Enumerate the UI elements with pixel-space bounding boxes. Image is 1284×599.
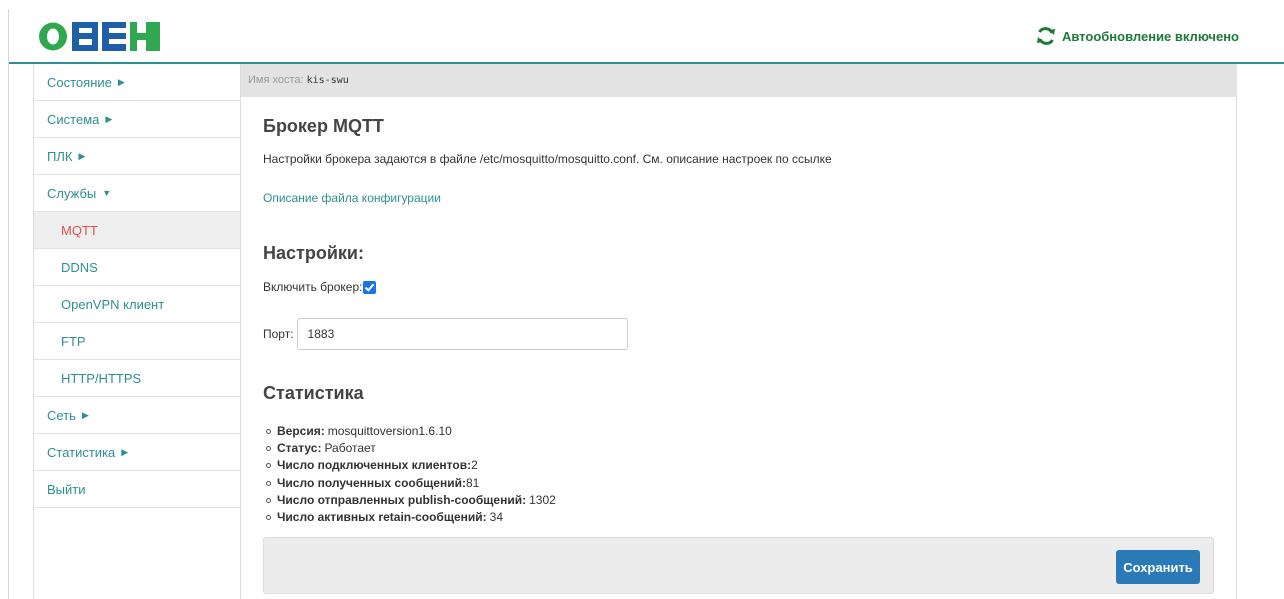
sidebar: Состояние ▶ Система ▶ ПЛК ▶ Службы ▼ MQT… bbox=[33, 64, 241, 599]
sidebar-item-label: DDNS bbox=[61, 259, 98, 275]
top-border bbox=[0, 0, 1284, 9]
port-input[interactable] bbox=[296, 318, 628, 350]
sidebar-item-logout[interactable]: Выйти bbox=[34, 471, 240, 508]
left-border bbox=[8, 9, 9, 599]
sidebar-item-plc[interactable]: ПЛК ▶ bbox=[34, 138, 240, 175]
sidebar-item-label: ПЛК bbox=[47, 148, 73, 164]
port-label: Порт: bbox=[263, 327, 294, 341]
hostname-bar: Имя хоста: kis-swu bbox=[241, 64, 1237, 97]
sidebar-subitem-ftp[interactable]: FTP bbox=[34, 323, 240, 360]
checkmark-icon bbox=[365, 283, 375, 292]
sidebar-subitem-openvpn[interactable]: OpenVPN клиент bbox=[34, 286, 240, 323]
sidebar-subitem-ddns[interactable]: DDNS bbox=[34, 249, 240, 286]
sidebar-item-label: OpenVPN клиент bbox=[61, 296, 165, 312]
stat-value: 34 bbox=[489, 509, 504, 524]
stat-label: Число полученных сообщений: bbox=[277, 475, 466, 490]
stat-value: mosquittoversion1.6.10 bbox=[327, 424, 452, 438]
list-item: Версия: mosquittoversion1.6.10 bbox=[263, 423, 556, 440]
caret-down-icon: ▼ bbox=[102, 188, 112, 198]
enable-broker-checkbox[interactable] bbox=[363, 280, 377, 294]
sidebar-subitem-https[interactable]: HTTP/HTTPS bbox=[34, 360, 240, 397]
stat-label: Число активных retain-сообщений: bbox=[277, 509, 487, 524]
refresh-icon bbox=[1036, 27, 1055, 45]
port-row: Порт: bbox=[263, 318, 628, 350]
stats-heading: Статистика bbox=[263, 383, 364, 403]
list-item: Число подключенных клиентов: 2 bbox=[263, 457, 556, 474]
list-item: Число отправленных publish-сообщений: 130… bbox=[263, 492, 556, 509]
bullet-icon bbox=[266, 429, 271, 435]
sidebar-item-label: FTP bbox=[61, 333, 86, 349]
stat-value: 81 bbox=[465, 475, 480, 490]
sidebar-item-system[interactable]: Система ▶ bbox=[34, 101, 240, 138]
caret-right-icon: ▶ bbox=[117, 76, 125, 87]
hostname-label: Имя хоста: bbox=[248, 74, 304, 86]
sidebar-item-statistics[interactable]: Статистика ▶ bbox=[34, 434, 240, 471]
page-title: Брокер MQTT bbox=[263, 116, 384, 136]
stat-value: Работает bbox=[324, 441, 376, 456]
list-item: Число активных retain-сообщений: 34 bbox=[263, 509, 556, 526]
form-footer: Сохранить bbox=[263, 537, 1214, 594]
save-button[interactable]: Сохранить bbox=[1116, 550, 1200, 584]
stat-label: Число подключенных клиентов: bbox=[277, 458, 472, 473]
caret-right-icon: ▶ bbox=[105, 113, 113, 124]
enable-broker-label: Включить брокер: bbox=[263, 280, 363, 294]
sidebar-item-label: HTTP/HTTPS bbox=[61, 370, 142, 386]
sidebar-item-label: Состояние bbox=[47, 74, 112, 90]
sidebar-item-label: Выйти bbox=[47, 481, 86, 497]
caret-right-icon: ▶ bbox=[78, 150, 86, 161]
autoupdate-indicator[interactable]: Автообновление включено bbox=[1036, 27, 1239, 45]
bullet-icon bbox=[266, 480, 271, 486]
config-doc-link[interactable]: Описание файла конфигурации bbox=[263, 191, 441, 205]
sidebar-item-services[interactable]: Службы ▼ bbox=[34, 175, 240, 212]
list-item: Статус: Работает bbox=[263, 440, 556, 457]
owen-logo bbox=[39, 22, 160, 51]
main-content: Брокер MQTT Настройки брокера задаются в… bbox=[241, 97, 1237, 599]
stat-value: 2 bbox=[471, 458, 478, 473]
caret-right-icon: ▶ bbox=[121, 446, 129, 457]
stat-label: Статус: bbox=[277, 441, 322, 456]
bullet-icon bbox=[266, 463, 271, 469]
enable-broker-row: Включить брокер: bbox=[263, 280, 377, 294]
sidebar-item-label: MQTT bbox=[61, 222, 98, 238]
sidebar-item-label: Сеть bbox=[47, 407, 76, 423]
sidebar-item-label: Службы bbox=[47, 185, 97, 201]
sidebar-item-label: Статистика bbox=[47, 444, 116, 460]
stat-label: Версия: bbox=[277, 424, 325, 438]
autoupdate-label: Автообновление включено bbox=[1061, 28, 1239, 44]
sidebar-item-label: Система bbox=[47, 111, 100, 127]
settings-heading: Настройки: bbox=[263, 243, 364, 263]
stat-label: Число отправленных publish-сообщений: bbox=[277, 492, 527, 507]
bullet-icon bbox=[266, 497, 271, 503]
hostname-value: kis-swu bbox=[306, 75, 349, 86]
caret-right-icon: ▶ bbox=[81, 409, 89, 420]
list-item: Число полученных сообщений: 81 bbox=[263, 475, 556, 492]
page: Автообновление включено Состояние ▶ Сист… bbox=[0, 0, 1284, 599]
sidebar-item-status[interactable]: Состояние ▶ bbox=[34, 64, 240, 101]
stat-value: 1302 bbox=[529, 492, 556, 507]
sidebar-subitem-mqtt[interactable]: MQTT bbox=[34, 212, 240, 249]
header: Автообновление включено bbox=[9, 9, 1284, 62]
page-description: Настройки брокера задаются в файле /etc/… bbox=[263, 152, 832, 166]
bullet-icon bbox=[266, 515, 271, 521]
sidebar-item-network[interactable]: Сеть ▶ bbox=[34, 397, 240, 434]
bullet-icon bbox=[266, 446, 271, 452]
stats-list: Версия: mosquittoversion1.6.10 Статус: Раб… bbox=[263, 423, 556, 526]
